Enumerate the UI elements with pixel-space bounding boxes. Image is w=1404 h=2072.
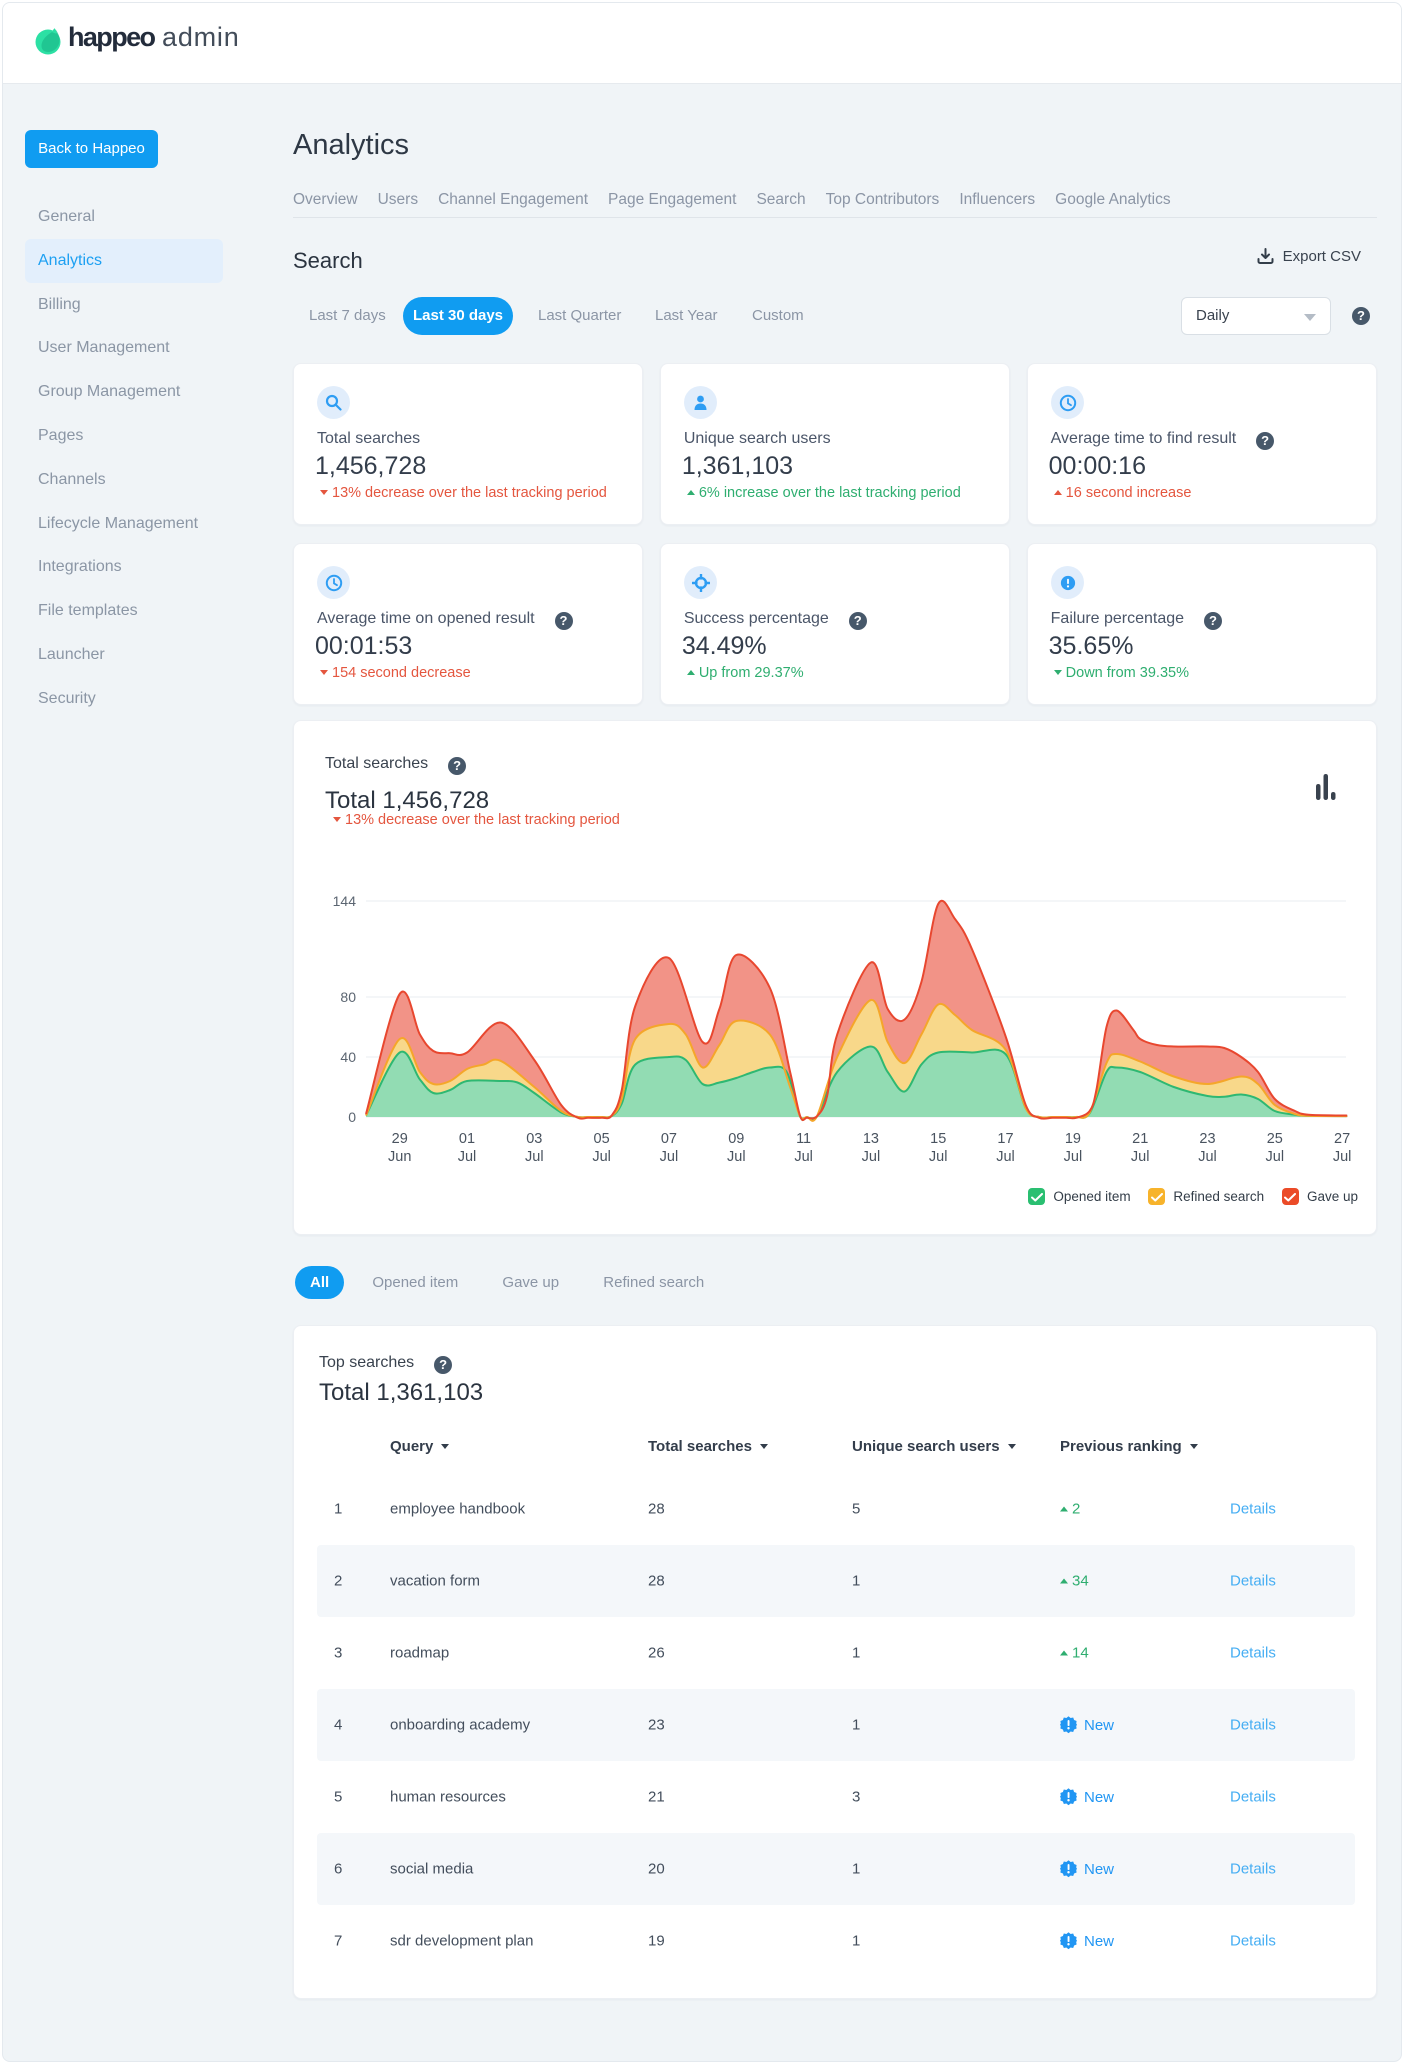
svg-text:Jul: Jul xyxy=(660,1149,679,1165)
svg-text:Jul: Jul xyxy=(1131,1149,1150,1165)
svg-text:80: 80 xyxy=(340,989,356,1005)
svg-text:11: 11 xyxy=(796,1131,811,1147)
svg-text:Jul: Jul xyxy=(592,1149,611,1165)
svg-text:Jul: Jul xyxy=(525,1149,544,1165)
svg-text:Jul: Jul xyxy=(862,1149,881,1165)
svg-text:19: 19 xyxy=(1065,1131,1081,1147)
svg-text:Jul: Jul xyxy=(794,1149,813,1165)
svg-text:Jun: Jun xyxy=(388,1149,411,1165)
svg-text:03: 03 xyxy=(526,1131,542,1147)
svg-text:17: 17 xyxy=(997,1131,1013,1147)
svg-text:Jul: Jul xyxy=(1333,1149,1352,1165)
svg-text:01: 01 xyxy=(459,1131,475,1147)
svg-text:40: 40 xyxy=(340,1049,356,1065)
svg-text:05: 05 xyxy=(594,1131,610,1147)
svg-text:Jul: Jul xyxy=(727,1149,746,1165)
svg-text:29: 29 xyxy=(392,1131,408,1147)
svg-text:09: 09 xyxy=(728,1131,744,1147)
svg-text:144: 144 xyxy=(333,893,357,909)
svg-text:Jul: Jul xyxy=(1064,1149,1083,1165)
svg-text:13: 13 xyxy=(863,1131,879,1147)
svg-text:Jul: Jul xyxy=(458,1149,477,1165)
svg-text:Jul: Jul xyxy=(1266,1149,1285,1165)
svg-text:0: 0 xyxy=(348,1109,356,1125)
svg-text:21: 21 xyxy=(1132,1131,1148,1147)
svg-text:23: 23 xyxy=(1199,1131,1215,1147)
svg-text:Jul: Jul xyxy=(929,1149,948,1165)
svg-text:Jul: Jul xyxy=(996,1149,1015,1165)
svg-text:15: 15 xyxy=(930,1131,946,1147)
svg-text:Jul: Jul xyxy=(1198,1149,1217,1165)
svg-text:07: 07 xyxy=(661,1131,677,1147)
svg-text:25: 25 xyxy=(1267,1131,1283,1147)
svg-text:27: 27 xyxy=(1334,1131,1350,1147)
